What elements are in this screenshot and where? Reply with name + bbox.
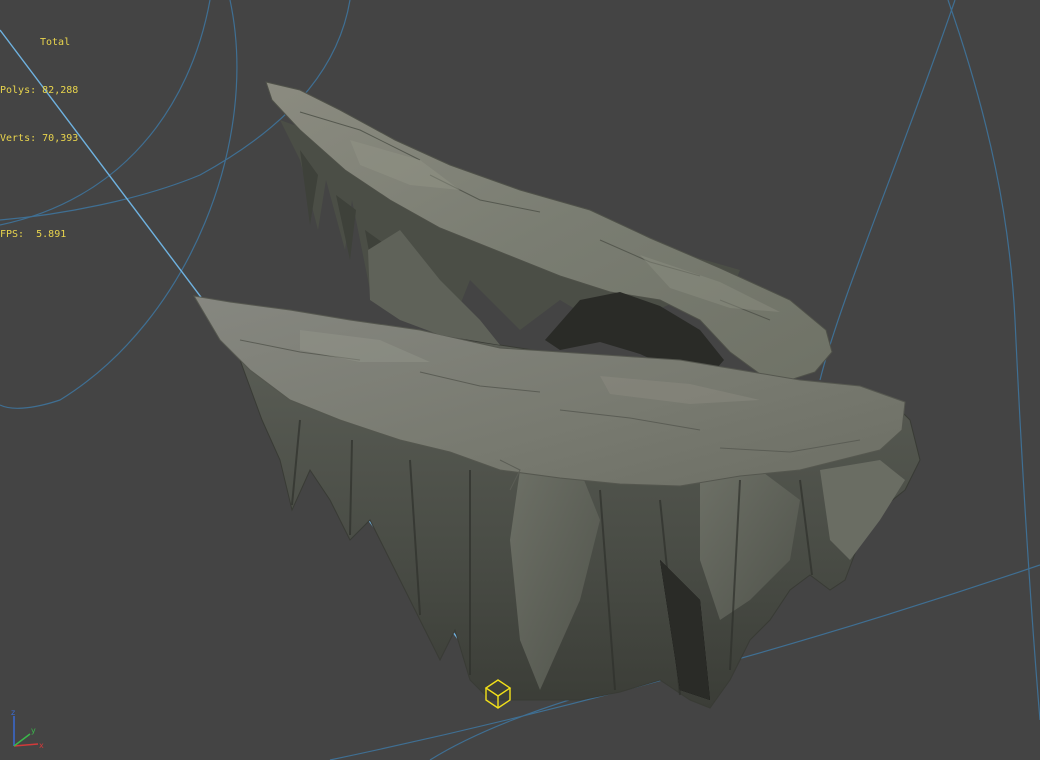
stats-fps-label: FPS: [0,229,25,240]
stats-polys-row: Polys: 82,288 [0,83,78,99]
stats-verts-label: Verts: [0,133,37,144]
axis-z-label: z [11,708,15,717]
stats-fps-value: 5.891 [36,229,67,240]
stats-polys-label: Polys: [0,85,37,96]
viewport-statistics: Total Polys: 82,288 Verts: 70,393 FPS: 5… [0,3,78,275]
3d-viewport[interactable]: Total Polys: 82,288 Verts: 70,393 FPS: 5… [0,0,1040,760]
axis-x-label: x [39,741,44,750]
stats-title: Total [40,37,71,48]
stats-spacer [0,179,78,195]
axis-tripod-icon: z y x [11,708,44,750]
stats-verts-row: Verts: 70,393 [0,131,78,147]
axis-y-label: y [31,726,36,735]
stats-fps-row: FPS: 5.891 [0,227,78,243]
stats-verts-value: 70,393 [42,133,79,144]
viewport-scene[interactable] [0,0,1040,760]
stats-polys-value: 82,288 [42,85,79,96]
